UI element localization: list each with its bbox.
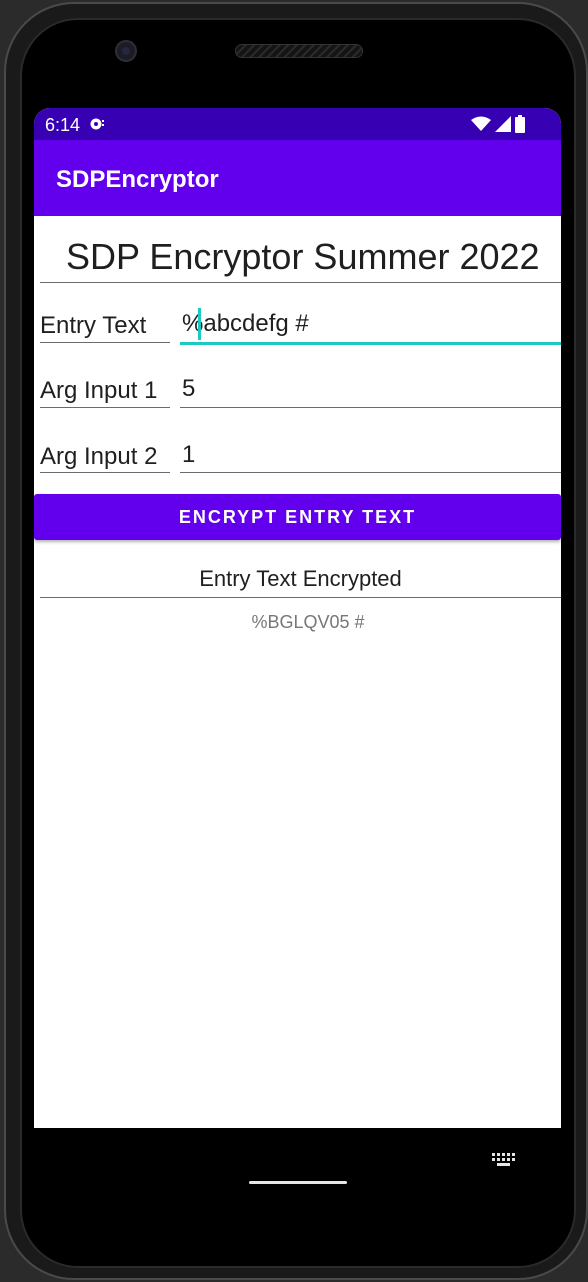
encrypted-result: %BGLQV05 # xyxy=(251,612,365,632)
camera-icon xyxy=(115,40,137,62)
arg-input-2-label-underline xyxy=(40,472,170,473)
entry-text-input[interactable] xyxy=(180,302,561,346)
status-time: 6:14 xyxy=(45,115,81,135)
arg-input-1-underline xyxy=(180,407,561,408)
arg-input-1-label: Arg Input 1 xyxy=(40,377,158,404)
keyboard-icon[interactable] xyxy=(492,1153,516,1167)
notification-icon xyxy=(90,118,104,130)
entry-text-label-underline xyxy=(40,342,170,343)
arg-input-1-label-underline xyxy=(40,407,170,408)
entry-text-label: Entry Text xyxy=(40,312,147,339)
result-heading: Entry Text Encrypted xyxy=(199,566,402,591)
text-cursor xyxy=(198,308,201,340)
signal-icon xyxy=(495,116,511,132)
page-heading: SDP Encryptor Summer 2022 xyxy=(66,236,540,277)
wifi-icon xyxy=(471,116,491,131)
entry-text-input-underline xyxy=(180,342,561,345)
arg-input-2-underline xyxy=(180,472,561,473)
arg-input-2-field[interactable] xyxy=(180,433,561,477)
status-bar: 6:14 xyxy=(34,108,561,140)
app-title: SDPEncryptor xyxy=(56,166,219,193)
status-icons xyxy=(471,115,525,133)
encrypt-button[interactable]: ENCRYPT ENTRY TEXT xyxy=(34,494,561,540)
app-bar: SDPEncryptor xyxy=(34,140,561,216)
app-screen: 6:14 SDPEncryptor SDP Encryptor Summer 2… xyxy=(34,108,561,1128)
speaker-grille xyxy=(235,44,363,58)
battery-icon xyxy=(515,115,525,133)
heading-divider xyxy=(40,282,561,283)
arg-input-1-field[interactable] xyxy=(180,367,561,411)
result-divider xyxy=(40,597,561,598)
arg-input-2-label: Arg Input 2 xyxy=(40,443,158,470)
home-pill[interactable] xyxy=(249,1181,347,1184)
